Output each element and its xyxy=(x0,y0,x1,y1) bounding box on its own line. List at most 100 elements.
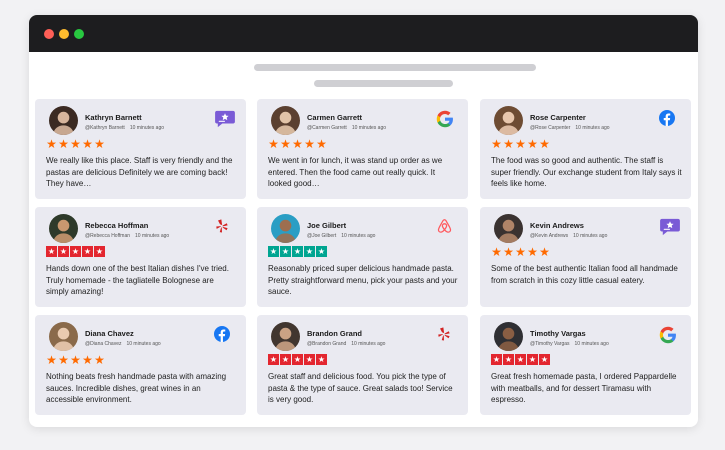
review-card[interactable]: Brandon Grand @Brandon Grand 10 minutes a… xyxy=(257,315,468,415)
reviewer-name: Rose Carpenter xyxy=(530,113,586,122)
review-meta: @Timothy Vargas 10 minutes ago xyxy=(530,341,609,347)
reviewer-handle: @Rebecca Hoffman xyxy=(85,233,131,239)
review-meta: @Joe Gilbert 10 minutes ago xyxy=(307,233,375,239)
browser-window: Kathryn Barnett @Kathryn Barnett 10 minut… xyxy=(29,15,698,427)
avatar xyxy=(271,322,300,351)
star-icon: ★ xyxy=(58,352,69,367)
review-card[interactable]: Diana Chavez @Diana Chavez 10 minutes ago… xyxy=(35,315,246,415)
star-icon: ★ xyxy=(82,352,93,367)
star-rating: ★ ★ ★ ★ ★ xyxy=(268,136,327,151)
star-icon: ★ xyxy=(539,244,550,259)
review-card[interactable]: Timothy Vargas @Timothy Vargas 10 minutes… xyxy=(480,315,691,415)
maximize-window-button[interactable] xyxy=(74,29,84,39)
star-icon: ★ xyxy=(503,354,514,365)
reviewer-handle: @Joe Gilbert xyxy=(307,233,337,239)
review-time: 10 minutes ago xyxy=(341,233,376,239)
subheader-placeholder-bar xyxy=(314,80,453,87)
reviewer-name: Kathryn Barnett xyxy=(85,113,142,122)
review-time: 10 minutes ago xyxy=(129,125,165,131)
reviewer-handle: @Kevin Andrews xyxy=(530,233,569,239)
person-portrait-icon xyxy=(494,214,523,243)
star-icon: ★ xyxy=(527,244,538,259)
star-icon: ★ xyxy=(316,136,327,151)
star-icon: ★ xyxy=(515,244,526,259)
star-icon: ★ xyxy=(503,136,514,151)
star-icon: ★ xyxy=(539,354,550,365)
avatar xyxy=(494,106,523,135)
reviewer-name: Diana Chavez xyxy=(85,329,134,338)
star-rating: ★ ★ ★ ★ ★ xyxy=(491,244,550,259)
close-window-button[interactable] xyxy=(44,29,54,39)
review-text: Reasonably priced super delicious handma… xyxy=(268,264,458,296)
yelp-icon xyxy=(436,326,458,344)
review-text: Nothing beats fresh handmade pasta with … xyxy=(46,372,227,404)
review-meta: @Kevin Andrews 10 minutes ago xyxy=(530,233,607,239)
star-rating: ★ ★ ★ ★ ★ xyxy=(46,352,105,367)
person-portrait-icon xyxy=(49,106,78,135)
star-icon: ★ xyxy=(268,136,279,151)
review-widget-icon xyxy=(659,218,681,236)
star-icon: ★ xyxy=(527,354,538,365)
reviewer-handle: @Carmen Garrett xyxy=(307,125,347,131)
yelp-icon xyxy=(214,218,236,236)
airbnb-icon xyxy=(436,218,458,236)
avatar xyxy=(494,214,523,243)
review-card[interactable]: Rebecca Hoffman @Rebecca Hoffman 10 minut… xyxy=(35,207,246,307)
review-card[interactable]: Carmen Garrett @Carmen Garrett 10 minutes… xyxy=(257,99,468,199)
review-time: 10 minutes ago xyxy=(126,341,161,347)
avatar xyxy=(49,322,78,351)
star-icon: ★ xyxy=(292,246,303,257)
review-text: We really like this place. Staff is very… xyxy=(46,156,233,188)
review-meta: @Rebecca Hoffman 10 minutes ago xyxy=(85,233,169,239)
reviewer-name: Brandon Grand xyxy=(307,329,363,338)
reviewer-handle: @Timothy Vargas xyxy=(530,341,570,347)
star-rating: ★ ★ ★ ★ ★ xyxy=(491,136,550,151)
star-icon: ★ xyxy=(70,246,81,257)
review-meta: @Brandon Grand 10 minutes ago xyxy=(307,341,385,347)
star-rating: ★ ★ ★ ★ ★ xyxy=(491,354,550,365)
star-icon: ★ xyxy=(515,354,526,365)
star-icon: ★ xyxy=(46,136,57,151)
star-icon: ★ xyxy=(491,244,502,259)
person-portrait-icon xyxy=(271,322,300,351)
star-icon: ★ xyxy=(304,354,315,365)
star-rating: ★ ★ ★ ★ ★ xyxy=(268,354,327,365)
person-portrait-icon xyxy=(49,214,78,243)
review-card[interactable]: Rose Carpenter @Rose Carpenter 10 minutes… xyxy=(480,99,691,199)
star-icon: ★ xyxy=(58,246,69,257)
star-icon: ★ xyxy=(94,352,105,367)
review-card[interactable]: Kathryn Barnett @Kathryn Barnett 10 minut… xyxy=(35,99,246,199)
person-portrait-icon xyxy=(271,106,300,135)
star-icon: ★ xyxy=(268,246,279,257)
reviewer-handle: @Brandon Grand xyxy=(307,341,347,347)
reviewer-name: Timothy Vargas xyxy=(530,329,586,338)
star-icon: ★ xyxy=(292,136,303,151)
person-portrait-icon xyxy=(494,106,523,135)
reviewer-handle: @Rose Carpenter xyxy=(530,125,571,131)
star-icon: ★ xyxy=(304,136,315,151)
person-portrait-icon xyxy=(494,322,523,351)
header-placeholder-bar xyxy=(254,64,536,71)
star-icon: ★ xyxy=(491,354,502,365)
star-icon: ★ xyxy=(280,136,291,151)
star-icon: ★ xyxy=(515,136,526,151)
star-icon: ★ xyxy=(316,354,327,365)
star-icon: ★ xyxy=(70,352,81,367)
title-bar xyxy=(29,15,698,52)
review-time: 10 minutes ago xyxy=(135,233,170,239)
review-text: The food was so good and authentic. The … xyxy=(491,156,682,188)
google-icon xyxy=(436,110,458,128)
review-card[interactable]: Joe Gilbert @Joe Gilbert 10 minutes ago ★… xyxy=(257,207,468,307)
review-card[interactable]: Kevin Andrews @Kevin Andrews 10 minutes a… xyxy=(480,207,691,307)
review-text: Hands down one of the best Italian dishe… xyxy=(46,264,229,296)
avatar xyxy=(271,106,300,135)
star-rating: ★ ★ ★ ★ ★ xyxy=(46,136,105,151)
star-icon: ★ xyxy=(491,136,502,151)
reviewer-handle: @Diana Chavez xyxy=(85,341,122,347)
minimize-window-button[interactable] xyxy=(59,29,69,39)
star-rating: ★ ★ ★ ★ ★ xyxy=(268,246,327,257)
star-icon: ★ xyxy=(82,246,93,257)
reviewer-handle: @Kathryn Barnett xyxy=(85,125,125,131)
review-widget-icon xyxy=(214,110,236,128)
avatar xyxy=(49,214,78,243)
